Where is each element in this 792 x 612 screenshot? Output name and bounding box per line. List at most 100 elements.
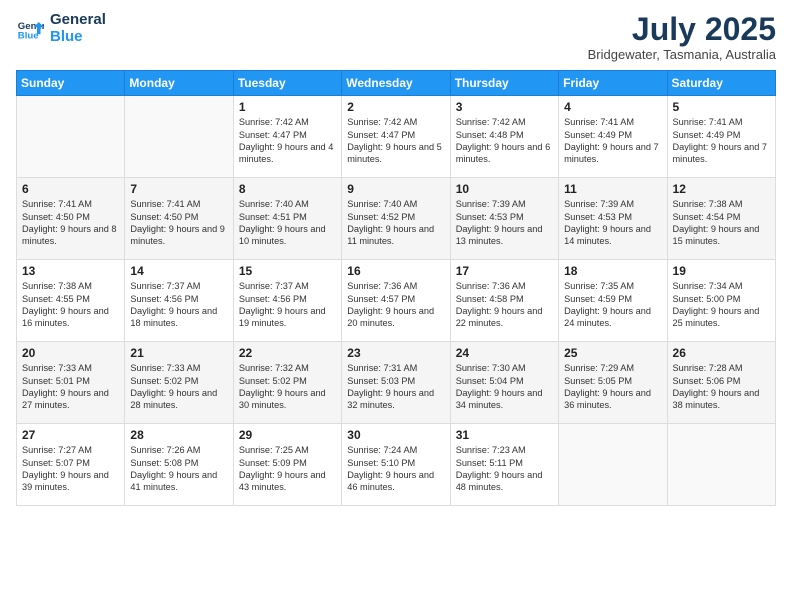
day-number: 11: [564, 182, 661, 196]
calendar-cell: 10 Sunrise: 7:39 AMSunset: 4:53 PMDayligh…: [450, 178, 558, 260]
day-number: 29: [239, 428, 336, 442]
calendar-cell: 30 Sunrise: 7:24 AMSunset: 5:10 PMDayligh…: [342, 424, 450, 506]
calendar-page: General Blue General Blue July 2025 Brid…: [0, 0, 792, 612]
cell-info: Sunrise: 7:33 AMSunset: 5:01 PMDaylight:…: [22, 362, 119, 412]
calendar-cell: 11 Sunrise: 7:39 AMSunset: 4:53 PMDayligh…: [559, 178, 667, 260]
cell-info: Sunrise: 7:40 AMSunset: 4:51 PMDaylight:…: [239, 198, 336, 248]
calendar-cell: 19 Sunrise: 7:34 AMSunset: 5:00 PMDayligh…: [667, 260, 775, 342]
weekday-header-monday: Monday: [125, 71, 233, 96]
cell-info: Sunrise: 7:41 AMSunset: 4:50 PMDaylight:…: [22, 198, 119, 248]
calendar-cell: 20 Sunrise: 7:33 AMSunset: 5:01 PMDayligh…: [17, 342, 125, 424]
calendar-cell: 23Sunrise: 7:31 AMSunset: 5:03 PMDayligh…: [342, 342, 450, 424]
calendar-cell: [17, 96, 125, 178]
cell-info: Sunrise: 7:35 AMSunset: 4:59 PMDaylight:…: [564, 280, 661, 330]
cell-info: Sunrise: 7:24 AMSunset: 5:10 PMDaylight:…: [347, 444, 444, 494]
calendar-cell: 29 Sunrise: 7:25 AMSunset: 5:09 PMDayligh…: [233, 424, 341, 506]
calendar-cell: 17 Sunrise: 7:36 AMSunset: 4:58 PMDayligh…: [450, 260, 558, 342]
day-number: 28: [130, 428, 227, 442]
title-area: July 2025 Bridgewater, Tasmania, Austral…: [588, 12, 776, 62]
day-number: 14: [130, 264, 227, 278]
calendar-week-3: 13 Sunrise: 7:38 AMSunset: 4:55 PMDayligh…: [17, 260, 776, 342]
calendar-cell: 22 Sunrise: 7:32 AMSunset: 5:02 PMDayligh…: [233, 342, 341, 424]
calendar-cell: 16Sunrise: 7:36 AMSunset: 4:57 PMDayligh…: [342, 260, 450, 342]
calendar-cell: 9 Sunrise: 7:40 AMSunset: 4:52 PMDaylight…: [342, 178, 450, 260]
cell-info: Sunrise: 7:32 AMSunset: 5:02 PMDaylight:…: [239, 362, 336, 412]
cell-info: Sunrise: 7:38 AMSunset: 4:55 PMDaylight:…: [22, 280, 119, 330]
cell-info: Sunrise: 7:28 AMSunset: 5:06 PMDaylight:…: [673, 362, 770, 412]
calendar-cell: 3 Sunrise: 7:42 AMSunset: 4:48 PMDaylight…: [450, 96, 558, 178]
weekday-header-saturday: Saturday: [667, 71, 775, 96]
cell-info: Sunrise: 7:40 AMSunset: 4:52 PMDaylight:…: [347, 198, 444, 248]
cell-info: Sunrise: 7:41 AMSunset: 4:49 PMDaylight:…: [564, 116, 661, 166]
day-number: 6: [22, 182, 119, 196]
calendar-cell: 5Sunrise: 7:41 AMSunset: 4:49 PMDaylight…: [667, 96, 775, 178]
weekday-header-friday: Friday: [559, 71, 667, 96]
day-number: 18: [564, 264, 661, 278]
weekday-header-sunday: Sunday: [17, 71, 125, 96]
svg-text:Blue: Blue: [18, 30, 39, 41]
day-number: 4: [564, 100, 661, 114]
cell-info: Sunrise: 7:41 AMSunset: 4:49 PMDaylight:…: [673, 116, 770, 166]
calendar-cell: 31Sunrise: 7:23 AMSunset: 5:11 PMDayligh…: [450, 424, 558, 506]
day-number: 17: [456, 264, 553, 278]
cell-info: Sunrise: 7:26 AMSunset: 5:08 PMDaylight:…: [130, 444, 227, 494]
calendar-cell: 25 Sunrise: 7:29 AMSunset: 5:05 PMDayligh…: [559, 342, 667, 424]
weekday-header-wednesday: Wednesday: [342, 71, 450, 96]
calendar-cell: 15Sunrise: 7:37 AMSunset: 4:56 PMDayligh…: [233, 260, 341, 342]
calendar-cell: [667, 424, 775, 506]
calendar-cell: [559, 424, 667, 506]
day-number: 3: [456, 100, 553, 114]
cell-info: Sunrise: 7:30 AMSunset: 5:04 PMDaylight:…: [456, 362, 553, 412]
calendar-week-2: 6 Sunrise: 7:41 AMSunset: 4:50 PMDaylight…: [17, 178, 776, 260]
calendar-cell: 2 Sunrise: 7:42 AMSunset: 4:47 PMDaylight…: [342, 96, 450, 178]
cell-info: Sunrise: 7:33 AMSunset: 5:02 PMDaylight:…: [130, 362, 227, 412]
logo-blue: Blue: [50, 29, 106, 46]
cell-info: Sunrise: 7:38 AMSunset: 4:54 PMDaylight:…: [673, 198, 770, 248]
day-number: 23: [347, 346, 444, 360]
day-number: 25: [564, 346, 661, 360]
day-number: 9: [347, 182, 444, 196]
day-number: 12: [673, 182, 770, 196]
day-number: 19: [673, 264, 770, 278]
day-number: 22: [239, 346, 336, 360]
day-number: 21: [130, 346, 227, 360]
logo-general: General: [50, 12, 106, 29]
cell-info: Sunrise: 7:36 AMSunset: 4:57 PMDaylight:…: [347, 280, 444, 330]
calendar-cell: 27Sunrise: 7:27 AMSunset: 5:07 PMDayligh…: [17, 424, 125, 506]
cell-info: Sunrise: 7:42 AMSunset: 4:47 PMDaylight:…: [347, 116, 444, 166]
cell-info: Sunrise: 7:34 AMSunset: 5:00 PMDaylight:…: [673, 280, 770, 330]
day-number: 2: [347, 100, 444, 114]
cell-info: Sunrise: 7:42 AMSunset: 4:48 PMDaylight:…: [456, 116, 553, 166]
calendar-week-1: 1 Sunrise: 7:42 AMSunset: 4:47 PMDaylight…: [17, 96, 776, 178]
cell-info: Sunrise: 7:27 AMSunset: 5:07 PMDaylight:…: [22, 444, 119, 494]
day-number: 13: [22, 264, 119, 278]
cell-info: Sunrise: 7:25 AMSunset: 5:09 PMDaylight:…: [239, 444, 336, 494]
calendar-cell: 26Sunrise: 7:28 AMSunset: 5:06 PMDayligh…: [667, 342, 775, 424]
calendar-cell: 18 Sunrise: 7:35 AMSunset: 4:59 PMDayligh…: [559, 260, 667, 342]
logo-icon: General Blue: [16, 15, 44, 43]
cell-info: Sunrise: 7:36 AMSunset: 4:58 PMDaylight:…: [456, 280, 553, 330]
day-number: 1: [239, 100, 336, 114]
calendar-cell: 6 Sunrise: 7:41 AMSunset: 4:50 PMDaylight…: [17, 178, 125, 260]
logo: General Blue General Blue: [16, 12, 106, 45]
day-number: 10: [456, 182, 553, 196]
weekday-header-thursday: Thursday: [450, 71, 558, 96]
day-number: 24: [456, 346, 553, 360]
cell-info: Sunrise: 7:39 AMSunset: 4:53 PMDaylight:…: [456, 198, 553, 248]
day-number: 30: [347, 428, 444, 442]
day-number: 31: [456, 428, 553, 442]
calendar-cell: 1Sunrise: 7:42 AMSunset: 4:47 PMDaylight…: [233, 96, 341, 178]
calendar-cell: 14Sunrise: 7:37 AMSunset: 4:56 PMDayligh…: [125, 260, 233, 342]
calendar-table: SundayMondayTuesdayWednesdayThursdayFrid…: [16, 70, 776, 506]
calendar-cell: 24 Sunrise: 7:30 AMSunset: 5:04 PMDayligh…: [450, 342, 558, 424]
weekday-header-row: SundayMondayTuesdayWednesdayThursdayFrid…: [17, 71, 776, 96]
calendar-cell: 8Sunrise: 7:40 AMSunset: 4:51 PMDaylight…: [233, 178, 341, 260]
calendar-cell: 13 Sunrise: 7:38 AMSunset: 4:55 PMDayligh…: [17, 260, 125, 342]
cell-info: Sunrise: 7:39 AMSunset: 4:53 PMDaylight:…: [564, 198, 661, 248]
cell-info: Sunrise: 7:37 AMSunset: 4:56 PMDaylight:…: [239, 280, 336, 330]
calendar-week-4: 20 Sunrise: 7:33 AMSunset: 5:01 PMDayligh…: [17, 342, 776, 424]
header: General Blue General Blue July 2025 Brid…: [16, 12, 776, 62]
day-number: 20: [22, 346, 119, 360]
calendar-cell: 4 Sunrise: 7:41 AMSunset: 4:49 PMDaylight…: [559, 96, 667, 178]
cell-info: Sunrise: 7:29 AMSunset: 5:05 PMDaylight:…: [564, 362, 661, 412]
